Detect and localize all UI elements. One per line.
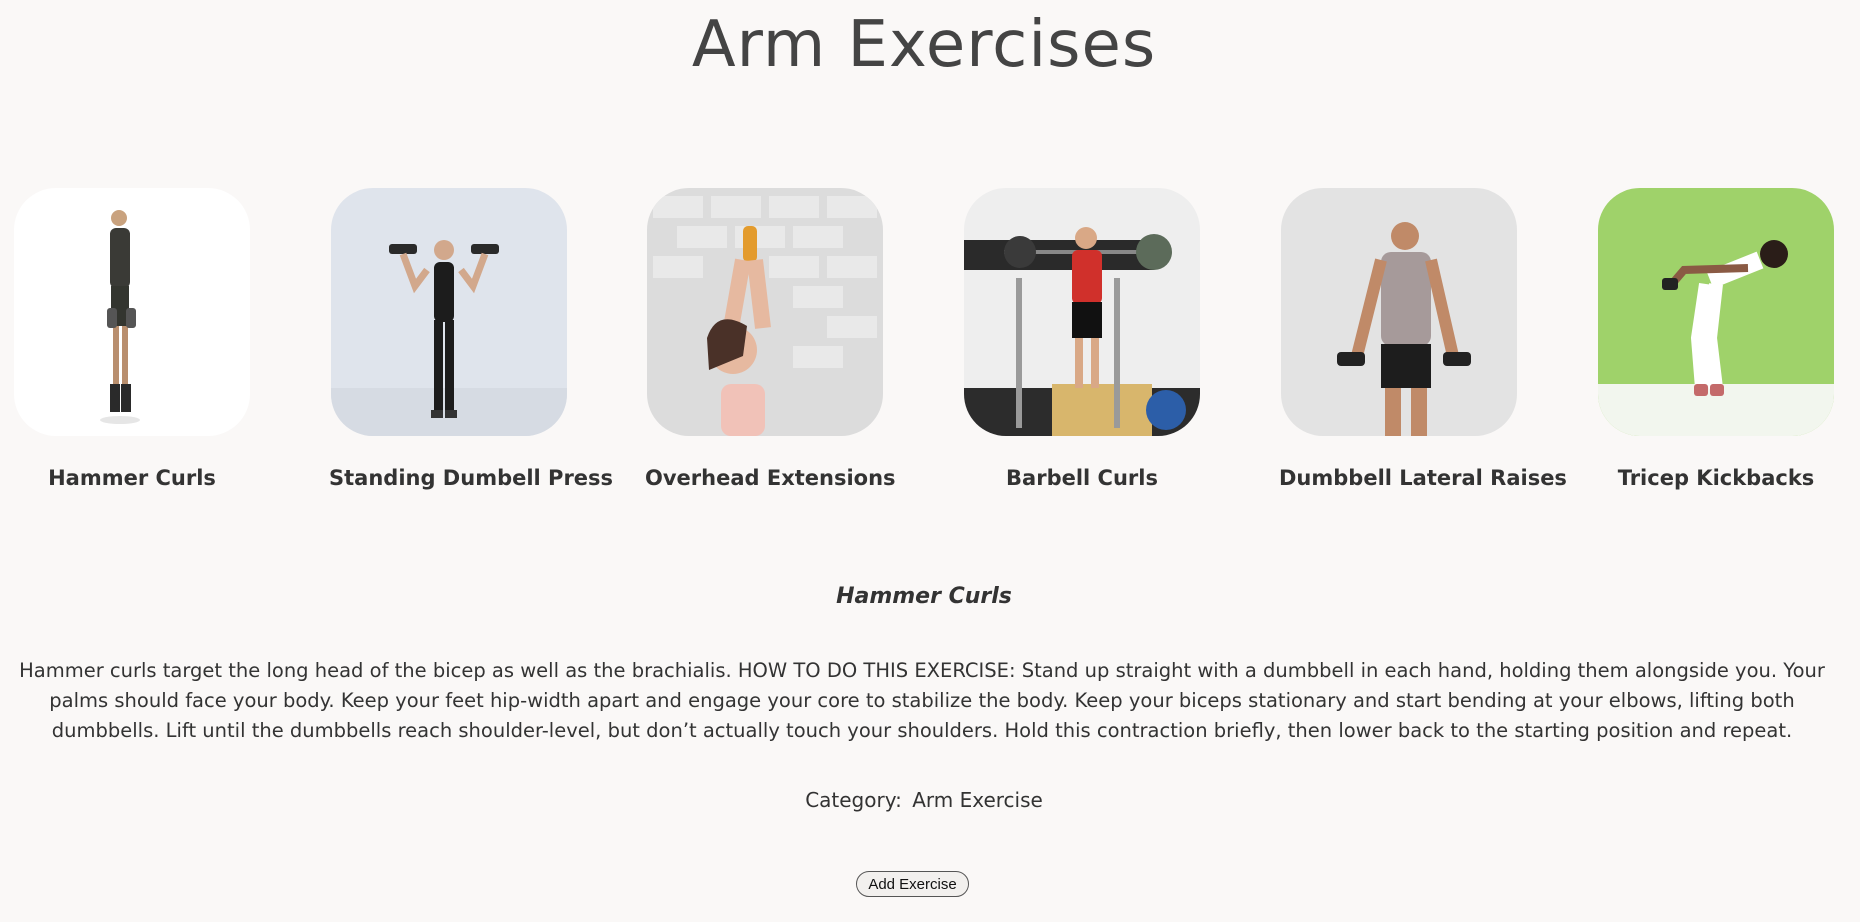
exercise-image-hammer-curls[interactable]	[14, 188, 250, 436]
tricep-kickbacks-photo	[1598, 188, 1834, 436]
exercise-card-tricep-kickbacks[interactable]: Tricep Kickbacks	[1596, 188, 1836, 490]
exercise-card-hammer-curls[interactable]: Hammer Curls	[12, 188, 252, 490]
selected-exercise-category: Category: Arm Exercise	[0, 788, 1848, 812]
exercise-image-tricep-kickbacks[interactable]	[1598, 188, 1834, 436]
dumbbell-lateral-raises-photo	[1281, 188, 1517, 436]
hammer-curls-photo	[14, 188, 250, 436]
exercise-name: Dumbbell Lateral Raises	[1279, 466, 1567, 490]
exercise-card-barbell-curls[interactable]: Barbell Curls	[962, 188, 1202, 490]
barbell-curls-photo	[964, 188, 1200, 436]
exercise-image-dumbbell-lateral-raises[interactable]	[1281, 188, 1517, 436]
exercise-card-standing-dumbell-press[interactable]: Standing Dumbell Press	[329, 188, 614, 490]
category-value: Arm Exercise	[912, 788, 1043, 812]
add-exercise-button[interactable]: Add Exercise	[856, 871, 969, 897]
exercise-name: Tricep Kickbacks	[1617, 466, 1815, 490]
exercise-image-standing-dumbell-press[interactable]	[331, 188, 567, 436]
exercise-name: Barbell Curls	[1006, 466, 1158, 490]
page: Arm Exercises Hammer Curls Standing Dumb…	[0, 0, 1860, 922]
category-label: Category:	[805, 788, 902, 812]
overhead-extensions-photo	[647, 188, 883, 436]
selected-exercise-title: Hammer Curls	[836, 584, 1012, 609]
exercise-card-overhead-extensions[interactable]: Overhead Extensions	[645, 188, 896, 490]
selected-exercise-description: Hammer curls target the long head of the…	[19, 659, 1825, 742]
exercise-gallery: Hammer Curls Standing Dumbell Press Over…	[0, 188, 1860, 508]
exercise-card-dumbbell-lateral-raises[interactable]: Dumbbell Lateral Raises	[1279, 188, 1567, 490]
exercise-name: Overhead Extensions	[645, 466, 896, 490]
exercise-name: Hammer Curls	[48, 466, 216, 490]
page-title: Arm Exercises	[691, 8, 1157, 82]
exercise-image-barbell-curls[interactable]	[964, 188, 1200, 436]
exercise-image-overhead-extensions[interactable]	[647, 188, 883, 436]
standing-dumbell-press-photo	[331, 188, 567, 436]
exercise-name: Standing Dumbell Press	[329, 466, 614, 490]
